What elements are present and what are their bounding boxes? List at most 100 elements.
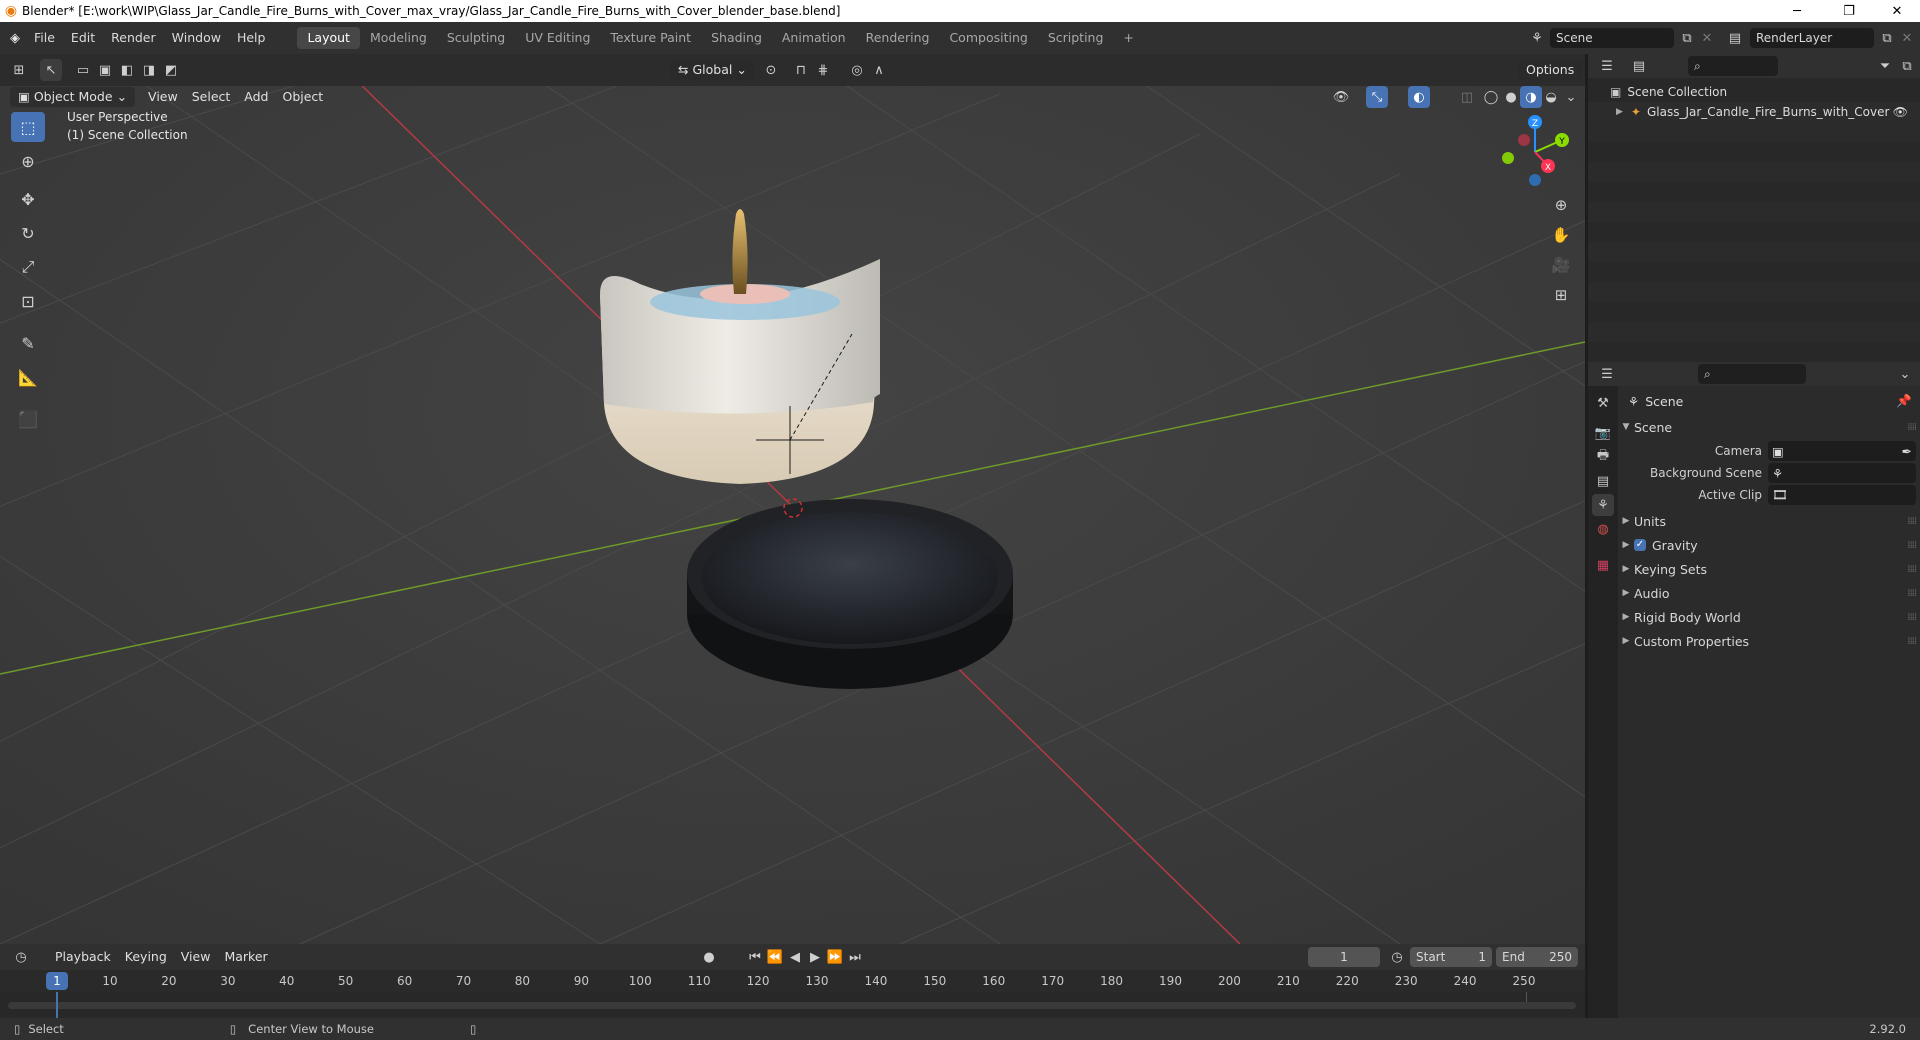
render-tab-icon[interactable]: 📷 [1592, 422, 1614, 444]
tab-compositing[interactable]: Compositing [939, 27, 1037, 49]
play-reverse-icon[interactable]: ◀ [784, 946, 806, 968]
select-extend-icon[interactable]: ▣ [94, 59, 116, 81]
tab-shading[interactable]: Shading [701, 27, 772, 49]
jump-keyframe-forward-icon[interactable]: ⏩ [824, 946, 846, 968]
menu-render[interactable]: Render [103, 27, 164, 49]
pin-icon[interactable]: 📌 [1896, 393, 1912, 409]
viewport-menu-view[interactable]: View [141, 87, 185, 107]
outliner-row-scene-collection[interactable]: ▣ Scene Collection [1588, 82, 1920, 102]
tab-layout[interactable]: Layout [297, 27, 360, 49]
restore-button[interactable]: ❐ [1826, 0, 1872, 22]
candle-lid[interactable] [687, 499, 1013, 689]
properties-editor-type-icon[interactable]: ☰ [1596, 363, 1618, 385]
overlay-toggle-icon[interactable]: ◐ [1408, 86, 1430, 108]
select-intersect-icon[interactable]: ◩ [160, 59, 182, 81]
outliner-editor-type-icon[interactable]: ☰ [1596, 55, 1618, 77]
snap-target-icon[interactable]: ⋕ [812, 59, 834, 81]
perspective-grid-icon[interactable]: ⊞ [1548, 282, 1574, 308]
visibility-icon[interactable]: 👁 [1330, 86, 1352, 108]
select-box-tool-icon[interactable]: ⬚ [11, 112, 45, 142]
jump-start-icon[interactable]: ⏮ [744, 946, 766, 968]
world-tab-icon[interactable]: ◍ [1592, 518, 1614, 540]
menu-file[interactable]: File [26, 27, 63, 49]
viewport-menu-object[interactable]: Object [275, 87, 330, 107]
scale-tool-icon[interactable]: ⤢ [11, 252, 45, 282]
tab-modeling[interactable]: Modeling [360, 27, 437, 49]
new-view-layer-icon[interactable]: ⧉ [1876, 27, 1898, 49]
shading-solid-icon[interactable]: ● [1500, 86, 1522, 108]
move-tool-icon[interactable]: ✥ [11, 184, 45, 214]
timeline-menu-playback[interactable]: Playback [48, 947, 118, 967]
minimize-button[interactable]: ─ [1774, 0, 1820, 22]
snap-icon[interactable]: ⊓ [790, 59, 812, 81]
view-layer-browse-icon[interactable]: ▤ [1724, 27, 1746, 49]
tab-rendering[interactable]: Rendering [856, 27, 940, 49]
outliner-search-input[interactable]: ⌕ [1688, 56, 1778, 76]
object-mode-dropdown[interactable]: ▣ Object Mode ⌄ [10, 87, 136, 107]
jump-keyframe-back-icon[interactable]: ⏪ [764, 946, 786, 968]
timeline-menu-marker[interactable]: Marker [217, 947, 274, 967]
shading-material-icon[interactable]: ◑ [1520, 86, 1542, 108]
scene-name-field[interactable]: Scene [1550, 28, 1674, 48]
zoom-icon[interactable]: ⊕ [1548, 192, 1574, 218]
panel-units-header[interactable]: ▶ Units ⁞⁞⁞⁞ [1618, 510, 1920, 532]
add-workspace-button[interactable]: + [1113, 27, 1143, 49]
active-clip-field[interactable]: 🎞 [1768, 485, 1916, 505]
close-button[interactable]: ✕ [1874, 0, 1920, 22]
scene-tab-icon[interactable]: ⚘ [1592, 494, 1614, 516]
blender-menu-icon[interactable]: ◈ [4, 27, 26, 49]
visibility-eye-icon[interactable]: 👁 [1893, 105, 1908, 119]
select-new-icon[interactable]: ▭ [72, 59, 94, 81]
transform-tool-icon[interactable]: ⊡ [11, 286, 45, 316]
menu-help[interactable]: Help [229, 27, 274, 49]
timeline-menu-view[interactable]: View [174, 947, 218, 967]
proportional-edit-icon[interactable]: ◎ [846, 59, 868, 81]
tab-sculpting[interactable]: Sculpting [437, 27, 515, 49]
3d-viewport[interactable]: ⊞ ↖ ▭ ▣ ◧ ◨ ◩ ⇆ Global ⌄ ⊙ ⊓ ⋕ ◎ ∧ Options… [0, 54, 1585, 944]
properties-search-input[interactable]: ⌕ [1698, 364, 1806, 384]
jump-end-icon[interactable]: ⏭ [844, 946, 866, 968]
outliner-row-object[interactable]: ▶ ✦ Glass_Jar_Candle_Fire_Burns_with_Cov… [1588, 102, 1920, 122]
tab-scripting[interactable]: Scripting [1038, 27, 1114, 49]
camera-field[interactable]: ▣ ✒ [1768, 441, 1916, 461]
delete-scene-icon[interactable]: ✕ [1696, 27, 1718, 49]
tool-tab-icon[interactable]: ⚒ [1592, 392, 1614, 414]
select-tool-icon[interactable]: ↖ [40, 59, 62, 81]
panel-custom-properties-header[interactable]: ▶ Custom Properties ⁞⁞⁞⁞ [1618, 630, 1920, 652]
timeline-menu-keying[interactable]: Keying [118, 947, 174, 967]
menu-edit[interactable]: Edit [63, 27, 103, 49]
scene-browse-icon[interactable]: ⚘ [1526, 27, 1548, 49]
transform-orientation-dropdown[interactable]: ⇆ Global ⌄ [670, 60, 755, 80]
timeline-body[interactable] [0, 992, 1585, 1018]
background-scene-field[interactable]: ⚘ [1768, 463, 1916, 483]
shading-rendered-icon[interactable]: ◒ [1540, 86, 1562, 108]
eyedropper-icon[interactable]: ✒ [1902, 444, 1912, 459]
delete-view-layer-icon[interactable]: ✕ [1896, 27, 1918, 49]
panel-rigid-body-world-header[interactable]: ▶ Rigid Body World ⁞⁞⁞⁞ [1618, 606, 1920, 628]
new-collection-icon[interactable]: ⧉ [1896, 55, 1918, 77]
current-frame-field[interactable]: 1 [1308, 947, 1380, 967]
expand-triangle-icon[interactable]: ▶ [1616, 107, 1623, 117]
shading-wireframe-icon[interactable]: ◯ [1480, 86, 1502, 108]
panel-audio-header[interactable]: ▶ Audio ⁞⁞⁞⁞ [1618, 582, 1920, 604]
editor-type-icon[interactable]: ⊞ [8, 59, 30, 81]
filter-icon[interactable]: ⏷ [1874, 55, 1896, 77]
end-frame-field[interactable]: End 250 [1496, 947, 1578, 967]
falloff-icon[interactable]: ∧ [868, 59, 890, 81]
auto-keying-icon[interactable]: ● [698, 946, 720, 968]
texture-tab-icon[interactable]: ▦ [1592, 554, 1614, 576]
rotate-tool-icon[interactable]: ↻ [11, 218, 45, 248]
panel-scene-header[interactable]: ▼ Scene ⁞⁞⁞⁞ [1618, 416, 1920, 438]
timeline-ruler[interactable]: 1 10 20 30 40 50 60 70 80 90 100 110 120 130 140 150 160… [0, 970, 1585, 992]
output-tab-icon[interactable]: 🖶 [1592, 446, 1614, 468]
camera-view-icon[interactable]: 🎥 [1548, 252, 1574, 278]
xray-toggle-icon[interactable]: ◫ [1456, 86, 1478, 108]
add-cube-tool-icon[interactable]: ⬛ [11, 404, 45, 434]
view-layer-field[interactable]: RenderLayer [1750, 28, 1874, 48]
measure-tool-icon[interactable]: 📐 [11, 362, 45, 392]
view-layer-tab-icon[interactable]: ▤ [1592, 470, 1614, 492]
panel-keying-sets-header[interactable]: ▶ Keying Sets ⁞⁞⁞⁞ [1618, 558, 1920, 580]
menu-window[interactable]: Window [164, 27, 229, 49]
timeline-editor-type-icon[interactable]: ◷ [10, 946, 32, 968]
tab-texture-paint[interactable]: Texture Paint [600, 27, 701, 49]
